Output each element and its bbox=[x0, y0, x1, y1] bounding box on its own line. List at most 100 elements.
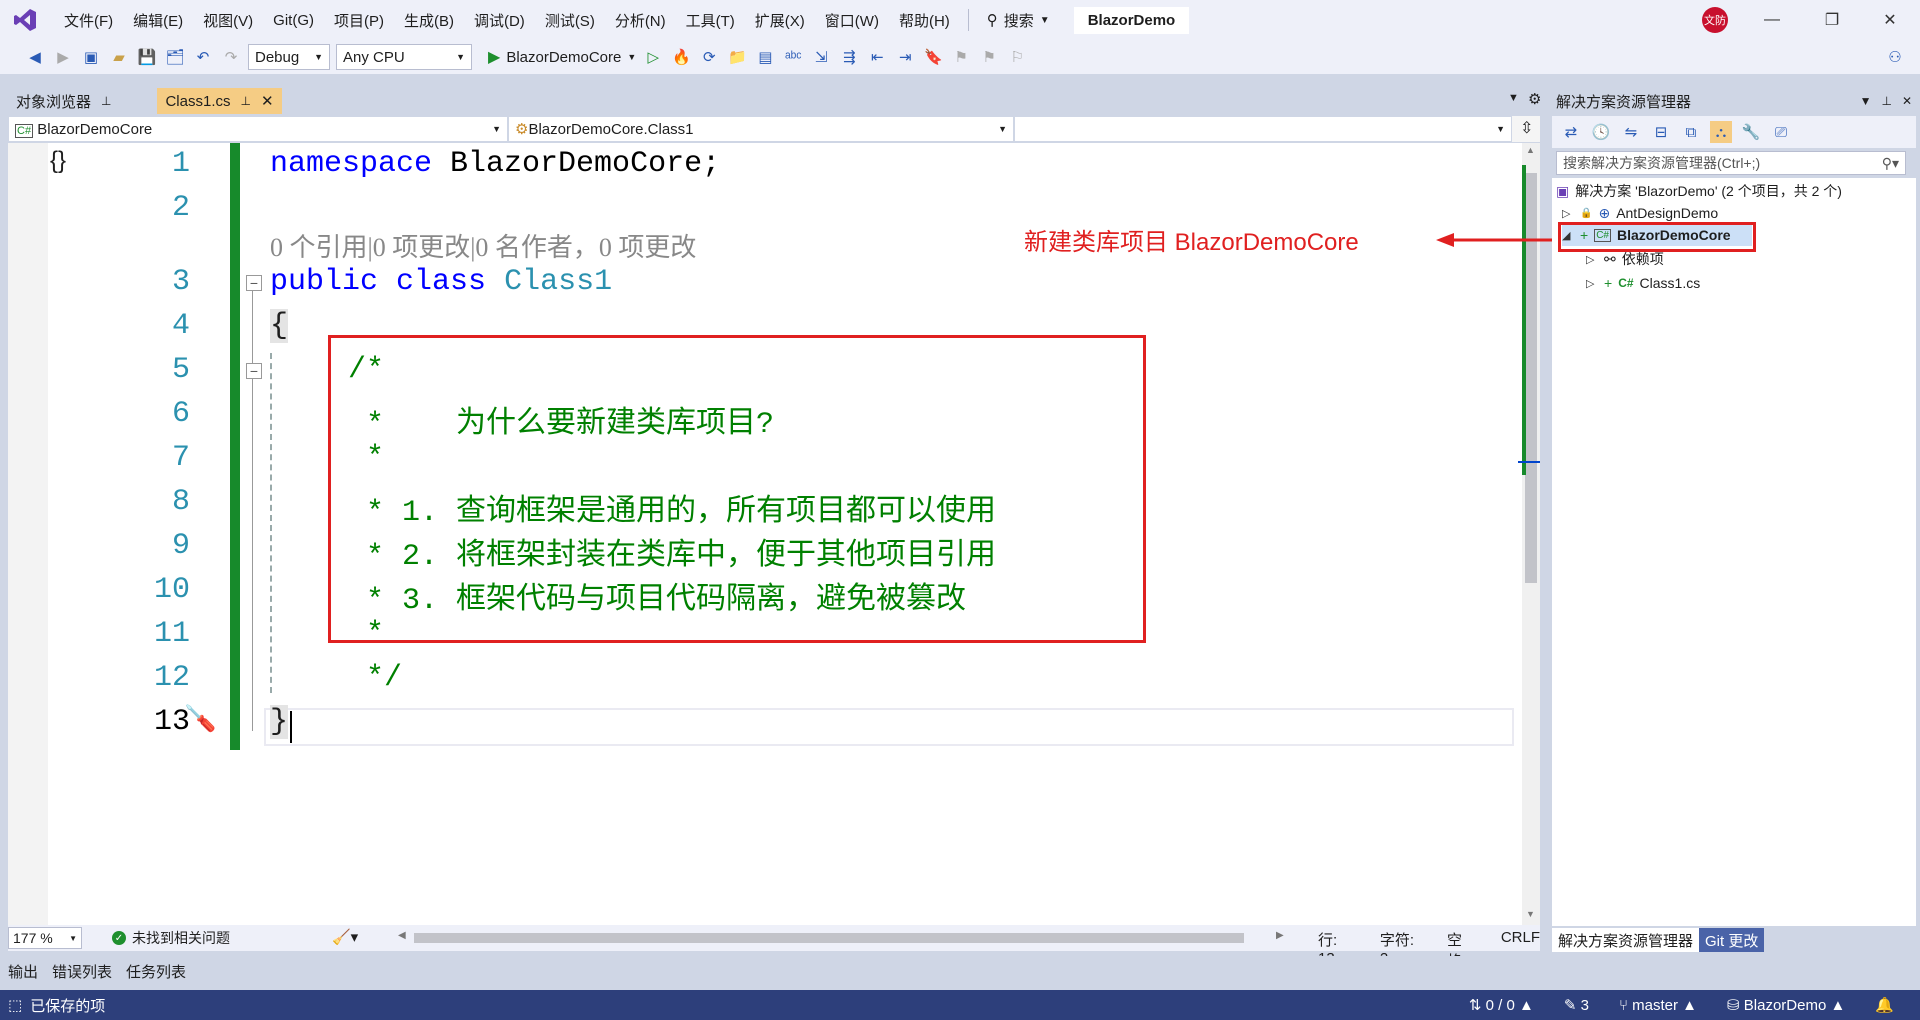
menu-git[interactable]: Git(G) bbox=[263, 12, 324, 29]
bookmark-clear-icon[interactable]: ⚐ bbox=[1006, 46, 1028, 68]
tab-overflow-icon[interactable]: ▼ bbox=[1508, 92, 1519, 104]
close-icon[interactable]: ✕ bbox=[1878, 8, 1902, 32]
settings-gear-icon[interactable]: ⚙ bbox=[1528, 90, 1541, 108]
edits-indicator[interactable]: ✎ 3 bbox=[1564, 996, 1589, 1014]
lock-icon: 🔒 bbox=[1580, 207, 1593, 219]
issues-indicator[interactable]: ✓ 未找到相关问题 bbox=[112, 928, 230, 948]
menu-debug[interactable]: 调试(D) bbox=[464, 10, 535, 31]
properties-wrench-icon[interactable]: 🔧 bbox=[1740, 121, 1762, 143]
minimize-icon[interactable]: — bbox=[1760, 8, 1784, 32]
menu-project[interactable]: 项目(P) bbox=[324, 10, 394, 31]
back-icon[interactable]: ◀ bbox=[24, 46, 46, 68]
close-icon[interactable]: ✕ bbox=[261, 92, 274, 110]
menu-file[interactable]: 文件(F) bbox=[54, 10, 123, 31]
scroll-down-icon[interactable]: ▼ bbox=[1526, 909, 1535, 919]
refresh-icon[interactable]: ⟳ bbox=[698, 46, 720, 68]
code-cleanup-icon[interactable]: 🧹▾ bbox=[332, 928, 358, 946]
menu-extensions[interactable]: 扩展(X) bbox=[745, 10, 815, 31]
chevron-down-icon[interactable]: ▼ bbox=[1860, 94, 1872, 108]
pin-icon[interactable]: ⊥ bbox=[241, 94, 251, 108]
bookmark-prev-icon[interactable]: ⚑ bbox=[950, 46, 972, 68]
start-without-debugging-icon[interactable]: ▷ bbox=[642, 46, 664, 68]
layout-icon[interactable]: ▤ bbox=[754, 46, 776, 68]
fold-toggle-class[interactable]: − bbox=[246, 275, 262, 291]
hot-reload-icon[interactable]: 🔥 bbox=[670, 46, 692, 68]
fold-toggle-comment[interactable]: − bbox=[246, 363, 262, 379]
tab-class1-cs[interactable]: Class1.cs ⊥ ✕ bbox=[157, 88, 282, 114]
menu-view[interactable]: 视图(V) bbox=[193, 10, 263, 31]
redo-icon[interactable]: ↷ bbox=[220, 46, 242, 68]
expand-arrow-icon[interactable]: ▷ bbox=[1586, 277, 1598, 290]
filter-icon[interactable]: ⛬ bbox=[1710, 121, 1732, 143]
spell-check-icon[interactable]: ᵃᵇᶜ bbox=[782, 46, 804, 68]
indent-icon[interactable]: ⇤ bbox=[866, 46, 888, 68]
close-icon[interactable]: ✕ bbox=[1902, 94, 1912, 108]
tree-node-antdesigndemo[interactable]: ▷ 🔒 ⊕ AntDesignDemo bbox=[1562, 202, 1718, 224]
open-folder-icon[interactable]: ▰ bbox=[108, 46, 130, 68]
menu-test[interactable]: 测试(S) bbox=[535, 10, 605, 31]
save-all-icon[interactable]: 🗂 bbox=[164, 46, 186, 68]
show-all-files-icon[interactable]: ⧉ bbox=[1680, 121, 1702, 143]
switch-views-icon[interactable]: ⇄ bbox=[1560, 121, 1582, 143]
format-icon[interactable]: ⇶ bbox=[838, 46, 860, 68]
user-avatar[interactable]: 文防 bbox=[1702, 7, 1728, 33]
live-share-icon[interactable]: ⚇ bbox=[1884, 46, 1906, 68]
quick-actions-screwdriver-icon[interactable]: 🪛 bbox=[184, 703, 216, 734]
sync-indicator[interactable]: ⇅ 0 / 0 ▲ bbox=[1469, 996, 1534, 1014]
zoom-select[interactable]: 177 % ▼ bbox=[8, 927, 82, 949]
scroll-right-icon[interactable]: ▶ bbox=[1276, 930, 1284, 941]
configuration-select[interactable]: Debug ▼ bbox=[248, 44, 330, 70]
codelens-info[interactable]: 0 个引用|0 项更改|0 名作者，0 项更改 bbox=[270, 227, 696, 264]
tree-node-class1[interactable]: ▷ + C# Class1.cs bbox=[1586, 272, 1700, 294]
notifications-bell-icon[interactable]: 🔔 bbox=[1875, 996, 1894, 1014]
branch-indicator[interactable]: ⑂ master ▲ bbox=[1619, 997, 1697, 1014]
scroll-left-icon[interactable]: ◀ bbox=[398, 930, 406, 941]
repo-indicator[interactable]: ⛁ BlazorDemo ▲ bbox=[1727, 996, 1845, 1014]
preview-icon[interactable]: ⎚ bbox=[1770, 121, 1792, 143]
solution-search-input[interactable]: 搜索解决方案资源管理器(Ctrl+;) ⚲▾ bbox=[1556, 151, 1906, 175]
member-dropdown[interactable]: ▼ bbox=[1014, 116, 1512, 142]
horizontal-scrollbar-thumb[interactable] bbox=[414, 933, 1244, 943]
tree-node-solution[interactable]: ▣ 解决方案 'BlazorDemo' (2 个项目，共 2 个) bbox=[1556, 180, 1842, 202]
forward-icon[interactable]: ▶ bbox=[52, 46, 74, 68]
bookmark-next-icon[interactable]: ⚑ bbox=[978, 46, 1000, 68]
search-button[interactable]: ⚲ 搜索 ▼ bbox=[977, 10, 1060, 31]
history-icon[interactable]: 🕓 bbox=[1590, 121, 1612, 143]
outdent-icon[interactable]: ⇥ bbox=[894, 46, 916, 68]
tab-output[interactable]: 输出 bbox=[8, 961, 38, 982]
save-icon[interactable]: 💾 bbox=[136, 46, 158, 68]
tab-git-changes[interactable]: Git 更改 bbox=[1699, 928, 1765, 952]
expand-arrow-icon[interactable]: ▷ bbox=[1586, 253, 1598, 266]
start-debugging-button[interactable]: ▶ BlazorDemoCore ▼ bbox=[488, 47, 636, 67]
panel-controls: ▼ ⊥ ✕ bbox=[1860, 94, 1912, 108]
sync-icon[interactable]: ⇋ bbox=[1620, 121, 1642, 143]
split-editor-icon[interactable]: ⇳ bbox=[1520, 116, 1533, 142]
tab-error-list[interactable]: 错误列表 bbox=[52, 961, 112, 982]
bookmark-icon[interactable]: 🔖 bbox=[922, 46, 944, 68]
collapse-all-icon[interactable]: ⊟ bbox=[1650, 121, 1672, 143]
expand-arrow-icon[interactable]: ▷ bbox=[1562, 207, 1574, 220]
tab-task-list[interactable]: 任务列表 bbox=[126, 961, 186, 982]
scroll-up-icon[interactable]: ▲ bbox=[1526, 145, 1535, 155]
undo-icon[interactable]: ↶ bbox=[192, 46, 214, 68]
menu-analyze[interactable]: 分析(N) bbox=[605, 10, 676, 31]
tab-object-browser[interactable]: 对象浏览器 ⊥ bbox=[8, 88, 120, 114]
type-dropdown[interactable]: ⚙BlazorDemoCore.Class1 ▼ bbox=[508, 116, 1014, 142]
menu-tools[interactable]: 工具(T) bbox=[676, 10, 745, 31]
step-icon[interactable]: ⇲ bbox=[810, 46, 832, 68]
vertical-scrollbar[interactable]: ▲ ▼ bbox=[1518, 143, 1540, 925]
code-editor[interactable]: {​} 1 2 3 4 5 6 7 8 9 10 11 12 13 🪛 name… bbox=[8, 143, 1522, 925]
menu-window[interactable]: 窗口(W) bbox=[815, 10, 889, 31]
platform-select[interactable]: Any CPU ▼ bbox=[336, 44, 472, 70]
restore-icon[interactable]: ❐ bbox=[1820, 8, 1844, 32]
menu-edit[interactable]: 编辑(E) bbox=[123, 10, 193, 31]
menu-help[interactable]: 帮助(H) bbox=[889, 10, 960, 31]
new-project-icon[interactable]: ▣ bbox=[80, 46, 102, 68]
pin-icon[interactable]: ⊥ bbox=[101, 94, 111, 108]
sync-arrows-icon: ⇅ bbox=[1468, 997, 1482, 1014]
pin-icon[interactable]: ⊥ bbox=[1881, 94, 1891, 108]
project-dropdown[interactable]: C# BlazorDemoCore ▼ bbox=[8, 116, 508, 142]
folder-icon[interactable]: 📁 bbox=[726, 46, 748, 68]
tab-solution-explorer[interactable]: 解决方案资源管理器 bbox=[1552, 928, 1700, 952]
menu-build[interactable]: 生成(B) bbox=[394, 10, 464, 31]
